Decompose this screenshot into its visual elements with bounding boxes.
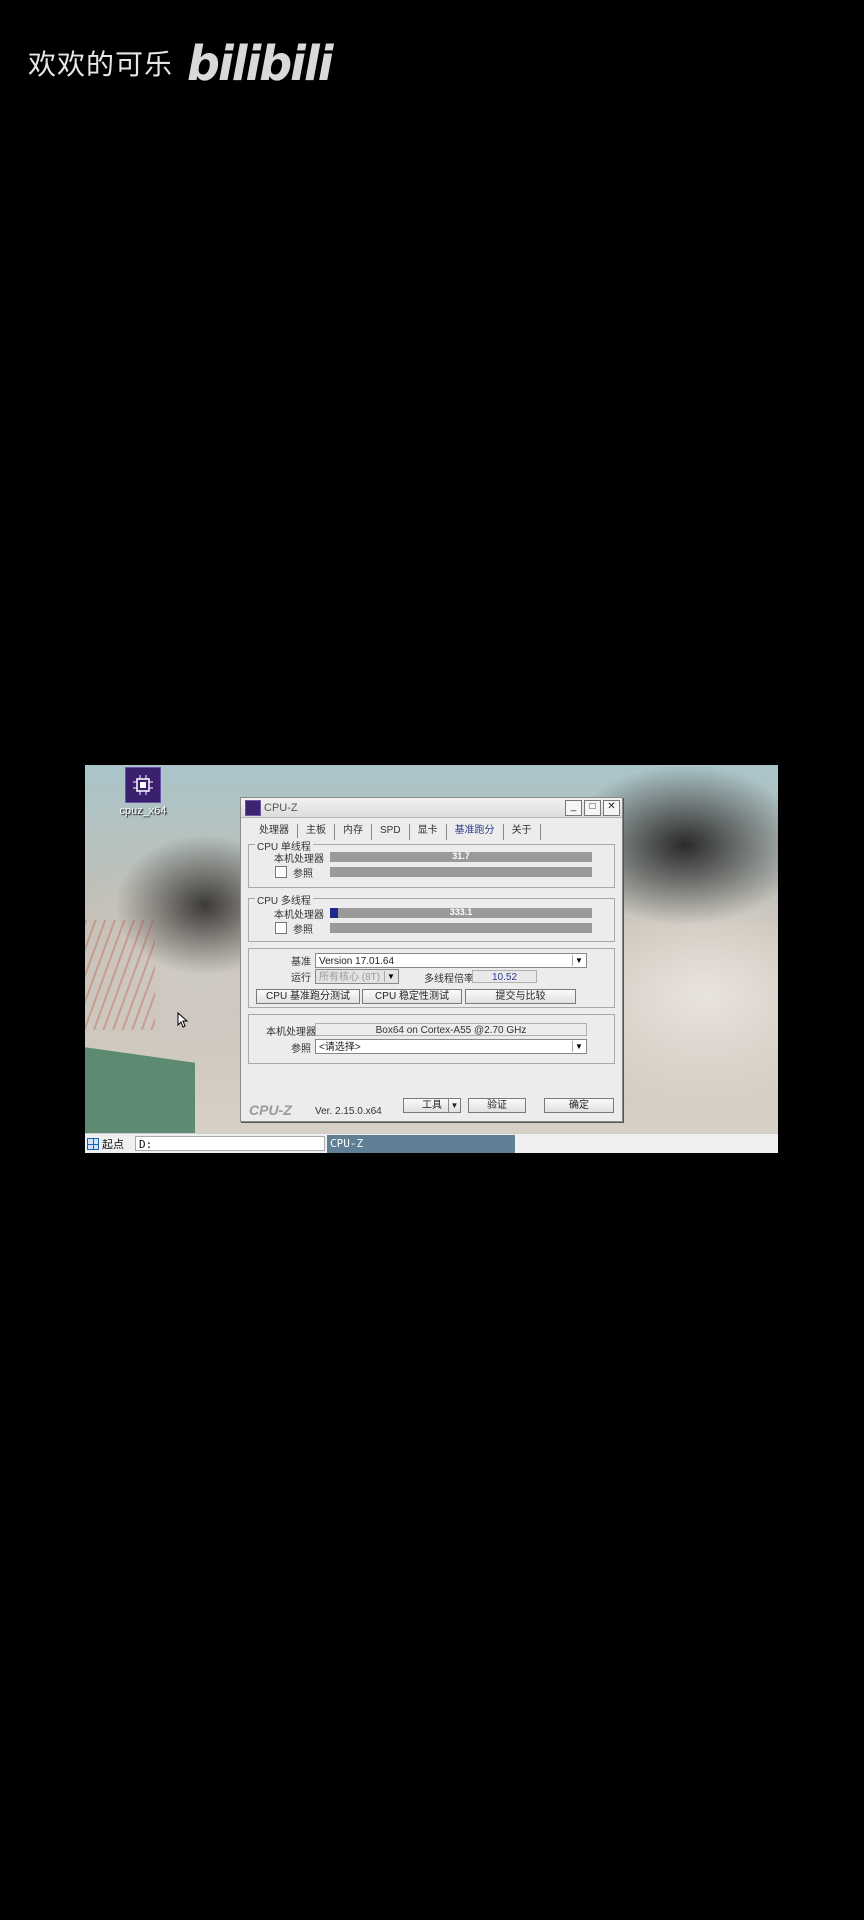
- maximize-button[interactable]: □: [584, 799, 601, 816]
- multi-reference-label: 参照: [293, 925, 313, 936]
- single-this-cpu-bar: 31.7: [330, 851, 592, 862]
- tab-about[interactable]: 关于: [504, 824, 541, 840]
- minimize-button[interactable]: _: [565, 799, 582, 816]
- single-this-cpu-label: 本机处理器: [274, 854, 324, 865]
- single-this-cpu-score: 31.7: [452, 851, 470, 861]
- tab-bar: 处理器 主板 内存 SPD 显卡 基准跑分 关于: [241, 818, 622, 840]
- start-label: 起点: [102, 1138, 124, 1151]
- tab-memory[interactable]: 内存: [335, 824, 372, 840]
- start-button[interactable]: 起点: [87, 1136, 124, 1152]
- stress-cpu-button[interactable]: CPU 稳定性测试: [362, 989, 462, 1004]
- thread-ratio-label: 多线程倍率: [424, 974, 474, 985]
- this-processor-label: 本机处理器: [266, 1027, 316, 1038]
- multi-this-cpu-bar: 333.1: [330, 907, 592, 918]
- desktop-icon-cpuz[interactable]: cpuz_x64: [103, 767, 183, 817]
- single-reference-checkbox[interactable]: [275, 866, 287, 878]
- reference-processor-select[interactable]: <请选择> ▼: [315, 1039, 587, 1054]
- chevron-down-icon: ▼: [448, 1099, 460, 1113]
- wallpaper-cable: [85, 920, 155, 1030]
- tools-button[interactable]: 工具 ▼: [403, 1098, 461, 1113]
- windows-logo-icon: [87, 1138, 99, 1150]
- multi-this-cpu-score: 333.1: [449, 907, 473, 917]
- uploader-name: 欢欢的可乐: [28, 48, 174, 81]
- multi-this-cpu-label: 本机处理器: [274, 910, 324, 921]
- benchmark-version-select[interactable]: Version 17.01.64 ▼: [315, 953, 587, 968]
- benchmark-label: 基准: [291, 957, 311, 968]
- address-bar[interactable]: D:: [135, 1136, 325, 1151]
- thread-ratio-value: 10.52: [472, 970, 537, 983]
- bench-cpu-button[interactable]: CPU 基准跑分测试: [256, 989, 360, 1004]
- bilibili-watermark: 欢欢的可乐 bilibili: [28, 34, 333, 92]
- close-button[interactable]: ✕: [603, 799, 620, 816]
- submit-compare-button[interactable]: 提交与比较: [465, 989, 576, 1004]
- processor-group: 本机处理器 Box64 on Cortex-A55 @2.70 GHz 参照 <…: [248, 1014, 615, 1064]
- single-reference-bar: [330, 867, 592, 877]
- validate-button[interactable]: 验证: [468, 1098, 526, 1113]
- tools-button-label: 工具: [422, 1100, 442, 1111]
- desktop-icon-label: cpuz_x64: [119, 805, 167, 817]
- mouse-cursor-icon: [177, 1012, 189, 1028]
- threads-value: 所有核心 (8T): [319, 972, 381, 983]
- multi-thread-group: CPU 多线程 本机处理器 333.1 参照: [248, 892, 615, 942]
- threads-label: 运行: [291, 973, 311, 984]
- single-thread-group: CPU 单线程 本机处理器 31.7 参照: [248, 838, 615, 888]
- bilibili-logo: bilibili: [187, 34, 333, 92]
- reference-processor-label: 参照: [291, 1044, 311, 1055]
- window-titlebar[interactable]: CPU-Z _ □ ✕: [241, 798, 622, 818]
- cpu-chip-icon: [125, 767, 161, 803]
- benchmark-version-value: Version 17.01.64: [319, 956, 395, 967]
- window-title: CPU-Z: [264, 801, 298, 814]
- cpuz-app-icon: [245, 799, 261, 816]
- tab-bench[interactable]: 基准跑分: [447, 824, 504, 840]
- bench-settings-group: 基准 Version 17.01.64 ▼ 运行 所有核心 (8T) ▼ 多线程…: [248, 948, 615, 1008]
- ok-button[interactable]: 确定: [544, 1098, 614, 1113]
- single-reference-label: 参照: [293, 869, 313, 880]
- multi-thread-title: CPU 多线程: [255, 892, 313, 907]
- multi-reference-bar: [330, 923, 592, 933]
- cpuz-window: CPU-Z _ □ ✕ 处理器 主板 内存 SPD 显卡 基准跑分 关于 CPU…: [240, 797, 623, 1122]
- chevron-down-icon: ▼: [572, 955, 585, 966]
- this-processor-value: Box64 on Cortex-A55 @2.70 GHz: [315, 1023, 587, 1036]
- taskbar: 起点 D: CPU-Z: [85, 1133, 778, 1153]
- tab-graphics[interactable]: 显卡: [410, 824, 447, 840]
- reference-processor-value: <请选择>: [319, 1042, 361, 1053]
- tab-spd[interactable]: SPD: [372, 824, 410, 840]
- threads-select[interactable]: 所有核心 (8T) ▼: [315, 969, 399, 984]
- taskbar-item-cpuz[interactable]: CPU-Z: [327, 1135, 515, 1153]
- desktop-screen: cpuz_x64 CPU-Z _ □ ✕ 处理器 主板 内存 SPD 显卡 基准…: [85, 765, 778, 1153]
- multi-reference-checkbox[interactable]: [275, 922, 287, 934]
- chevron-down-icon: ▼: [384, 971, 397, 982]
- version-text: Ver. 2.15.0.x64: [315, 1106, 382, 1117]
- cpuz-footer-logo: CPU-Z: [249, 1102, 292, 1118]
- chevron-down-icon: ▼: [572, 1041, 585, 1052]
